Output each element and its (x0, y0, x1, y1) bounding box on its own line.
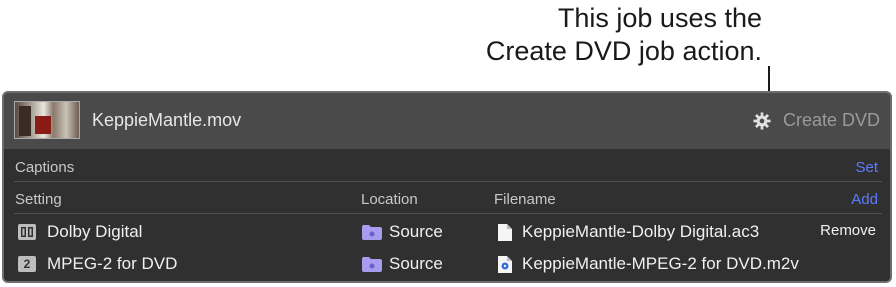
captions-set-link[interactable]: Set (855, 159, 878, 176)
output-file-name[interactable]: KeppieMantle-Dolby Digital.ac3 (522, 222, 759, 242)
divider (14, 181, 882, 182)
dolby-icon (18, 224, 36, 240)
job-panel: KeppieMantle.mov Create DVD Captions Set… (2, 91, 892, 283)
job-action[interactable]: Create DVD (753, 110, 880, 131)
gear-icon[interactable] (753, 111, 771, 130)
add-output-link[interactable]: Add (851, 191, 878, 208)
folder-icon (362, 225, 382, 240)
column-header-location: Location (361, 191, 418, 208)
table-row[interactable]: Dolby Digital Source KeppieMantle-Dolby … (4, 222, 890, 252)
setting-name: Dolby Digital (47, 222, 143, 241)
job-file-name: KeppieMantle.mov (92, 110, 242, 130)
callout-line-1: This job uses the (557, 3, 762, 33)
setting-name: MPEG-2 for DVD (47, 254, 178, 273)
job-action-label: Create DVD (782, 110, 880, 130)
table-row[interactable]: 2 MPEG-2 for DVD Source KeppieMantle-MPE… (4, 254, 890, 281)
captions-label: Captions (15, 159, 75, 176)
document-icon (498, 224, 512, 241)
job-header[interactable]: KeppieMantle.mov Create DVD (4, 93, 890, 149)
output-file-name[interactable]: KeppieMantle-MPEG-2 for DVD.m2v (522, 254, 799, 274)
column-header-setting: Setting (15, 191, 62, 208)
callout-text: This job uses the Create DVD job action. (486, 2, 762, 68)
location-name[interactable]: Source (389, 222, 443, 242)
divider (14, 213, 882, 214)
folder-icon (362, 257, 382, 272)
callout-line-2: Create DVD job action. (485, 36, 762, 66)
job-details: Captions Set Setting Location Filename A… (4, 149, 890, 281)
location-name[interactable]: Source (389, 254, 443, 274)
video-file-icon (498, 256, 512, 273)
mpeg2-icon: 2 (18, 256, 36, 272)
remove-button[interactable]: Remove (820, 222, 876, 239)
video-thumbnail (14, 101, 80, 139)
column-header-filename: Filename (494, 191, 556, 208)
